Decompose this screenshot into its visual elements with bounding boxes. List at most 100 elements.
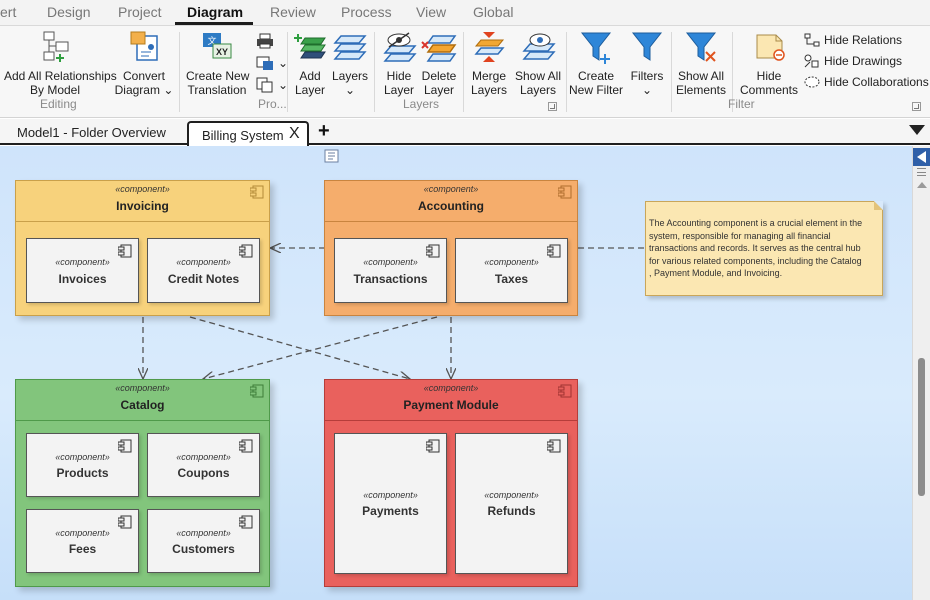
create-new-filter-label-2: New Filter [569,83,624,97]
subcomponent-invoices[interactable]: «component» Invoices [26,238,139,303]
show-all-layers-button[interactable]: Show All Layers [513,30,563,97]
stereotype-label: «component» [363,490,418,500]
add-layer-button[interactable]: Add Layer [292,30,328,97]
stereotype-label: «component» [55,257,110,267]
tab-design[interactable]: Design [47,4,91,20]
subcomponent-fees[interactable]: «component» Fees [26,509,139,573]
group-label-filter: Filter [728,97,755,111]
tab-model1-folder-overview[interactable]: Model1 - Folder Overview [17,125,166,140]
diagram-canvas[interactable]: «component» Invoicing «component» Invoic… [0,146,912,600]
show-all-layers-icon [522,33,556,60]
note-line: , Payment Module, and Invoicing. [649,268,783,278]
hide-comments-icon [756,34,785,61]
component-icon [239,244,253,258]
stereotype-label: «component» [484,490,539,500]
tab-global[interactable]: Global [473,4,513,20]
hide-relations-button[interactable]: Hide Relations [804,33,902,47]
merge-layers-button[interactable]: Merge Layers [467,30,511,97]
create-new-translation-button[interactable]: 文 XY Create New Translation [186,30,250,97]
stereotype-label: «component» [176,528,231,538]
close-tab-icon[interactable]: X [289,125,300,143]
tab-view[interactable]: View [416,4,446,20]
component-invoicing[interactable]: «component» Invoicing «component» Invoic… [15,180,270,316]
dependency-accounting-catalog[interactable] [203,316,438,379]
tab-billing-system[interactable]: Billing System X [187,121,309,147]
subcomponent-coupons[interactable]: «component» Coupons [147,433,260,497]
ribbon: Add All Relationships By Model Convert D… [0,26,930,118]
hide-comments-label-1: Hide [756,69,782,83]
subcomponent-name: Taxes [494,272,529,286]
tab-list-dropdown-icon[interactable] [909,125,925,135]
component-icon [250,384,264,398]
active-tab-indicator [175,22,253,25]
filter-group-launcher[interactable] [912,102,921,111]
printer-icon [257,33,273,49]
stereotype-label: «component» [55,452,110,462]
tab-project[interactable]: Project [118,4,162,20]
layers-dropdown-button[interactable]: Layers ⌄ [331,30,369,97]
layers-dropdown-icon: ⌄ [344,83,356,97]
subcomponent-taxes[interactable]: «component» Taxes [455,238,568,303]
scroll-up-icon[interactable] [917,182,927,188]
show-all-elements-button[interactable]: Show All Elements [675,30,727,97]
add-tab-icon[interactable]: + [318,120,330,143]
copy-icon [256,77,273,93]
tab-insert[interactable]: ert [0,4,16,20]
convert-diagram-button[interactable]: Convert Diagram ⌄ [114,30,174,97]
copy-options-button[interactable]: ⌄ [256,77,288,93]
view-options-button[interactable]: ⌄ [256,55,288,71]
subcomponent-refunds[interactable]: «component» Refunds [455,433,568,574]
header-divider [325,221,577,222]
group-label-pro: Pro... [258,97,287,111]
filters-label: Filters [630,69,664,83]
subcomponent-name: Credit Notes [167,272,240,286]
component-icon [118,439,132,453]
hide-comments-button[interactable]: Hide Comments [740,30,798,97]
header-divider [325,420,577,421]
subcomponent-customers[interactable]: «component» Customers [147,509,260,573]
translation-icon: 文 XY [203,33,232,59]
relationships-icon [43,31,69,62]
component-catalog[interactable]: «component» Catalog «component» Products… [15,379,270,587]
subcomponent-name: Transactions [353,272,428,286]
add-all-relationships-button[interactable]: Add All Relationships By Model [4,30,117,97]
subcomponent-name: Products [56,466,109,480]
stereotype-label: «component» [176,257,231,267]
hide-collaborations-button[interactable]: Hide Collaborations [804,75,929,89]
subcomponent-payments[interactable]: «component» Payments [334,433,447,574]
ribbon-tab-bar: ert Design Project Diagram Review Proces… [0,0,930,26]
add-all-relationships-label-2: By Model [29,83,81,97]
hide-layer-label-1: Hide [386,69,412,83]
vertical-scrollbar[interactable] [912,146,930,600]
menu-lines-icon[interactable] [917,168,926,176]
delete-layer-button[interactable]: Delete Layer [420,30,458,97]
merge-layers-label-1: Merge [471,69,506,83]
comment-note[interactable]: The Accounting component is a crucial el… [645,201,883,296]
scrollbar-thumb[interactable] [918,358,925,496]
filters-dropdown-button[interactable]: Filters ⌄ [628,30,666,97]
stereotype-label: «component» [423,184,479,194]
note-line: transactions and records. It serves as t… [649,243,861,253]
create-new-filter-button[interactable]: Create New Filter [569,30,623,97]
note-line: The Accounting component is a crucial el… [649,218,863,228]
collapse-panel-icon[interactable] [913,148,930,166]
hide-drawings-button[interactable]: Hide Drawings [804,54,902,68]
create-new-translation-label-1: Create New [186,69,250,83]
tab-process[interactable]: Process [341,4,392,20]
subcomponent-transactions[interactable]: «component» Transactions [334,238,447,303]
hide-comments-label-2: Comments [740,83,799,97]
group-label-editing: Editing [40,97,77,111]
hide-layer-button[interactable]: Hide Layer [380,30,418,97]
stereotype-label: «component» [423,383,479,393]
subcomponent-credit-notes[interactable]: «component» Credit Notes [147,238,260,303]
subcomponent-products[interactable]: «component» Products [26,433,139,497]
dependency-invoicing-payment[interactable] [189,316,410,379]
component-payment-module[interactable]: «component» Payment Module «component» P… [324,379,578,587]
layers-group-launcher[interactable] [548,102,557,111]
component-accounting[interactable]: «component» Accounting «component» Trans… [324,180,578,316]
print-button[interactable] [256,33,274,49]
tab-diagram[interactable]: Diagram [187,4,243,20]
ribbon-separator [671,32,672,112]
add-layer-label-1: Add [299,69,321,83]
tab-review[interactable]: Review [270,4,316,20]
